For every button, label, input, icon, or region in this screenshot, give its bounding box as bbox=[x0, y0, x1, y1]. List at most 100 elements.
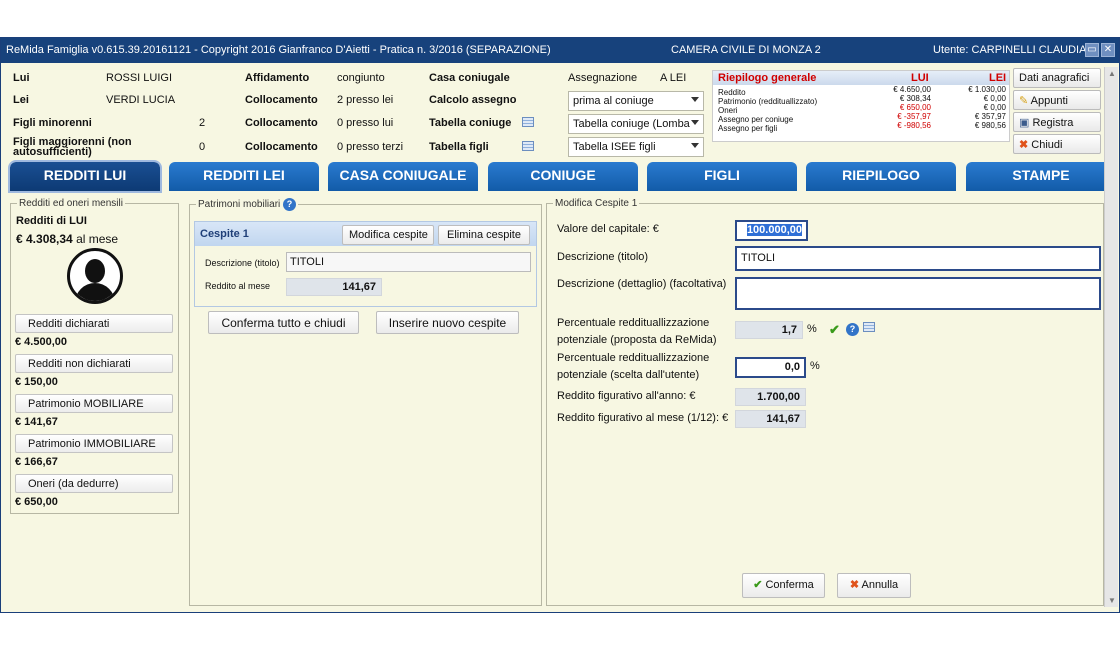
riepilogo-lui-value: € 650,00 bbox=[899, 103, 931, 112]
title-bar: ReMida Famiglia v0.615.39.20161121 - Cop… bbox=[1, 38, 1119, 63]
avatar-icon bbox=[67, 248, 123, 304]
redditi-item-button[interactable]: Redditi dichiarati bbox=[15, 314, 173, 333]
assegnazione-value: A LEI bbox=[660, 72, 687, 84]
scroll-up-icon[interactable]: ▲ bbox=[1108, 69, 1116, 78]
minimize-icon[interactable]: ▭ bbox=[1085, 43, 1099, 57]
registra-button[interactable]: ▣ Registra bbox=[1013, 112, 1101, 132]
figli-maggiorenni-label: Figli maggiorenni (non autosufficienti) bbox=[13, 136, 132, 158]
close-icon: ✖ bbox=[849, 579, 860, 591]
close-icon[interactable]: ✕ bbox=[1101, 43, 1115, 57]
calcolo-assegno-select[interactable]: prima al coniuge bbox=[568, 91, 704, 111]
help-icon[interactable]: ? bbox=[283, 198, 297, 211]
help-icon[interactable]: ? bbox=[846, 321, 859, 338]
conferma-label: Conferma bbox=[765, 579, 814, 591]
vertical-scrollbar[interactable]: ▲ ▼ bbox=[1104, 67, 1118, 607]
perc1-label-b: potenziale (proposta da ReMida) bbox=[557, 334, 717, 346]
tab-stampe[interactable]: STAMPE bbox=[966, 162, 1116, 191]
tab-coniuge[interactable]: CONIUGE bbox=[488, 162, 638, 191]
valore-label: Valore del capitale: € bbox=[557, 223, 659, 235]
tab-casa-coniugale[interactable]: CASA CONIUGALE bbox=[328, 162, 478, 191]
redditi-item-button[interactable]: Oneri (da dedurre) bbox=[15, 474, 173, 493]
redditi-oneri-legend: Redditi ed oneri mensili bbox=[19, 198, 123, 209]
collocamento-value-3: 0 presso terzi bbox=[337, 141, 404, 153]
tab-redditi-lei[interactable]: REDDITI LEI bbox=[169, 162, 319, 191]
conferma-button[interactable]: ✔ Conferma bbox=[742, 573, 825, 598]
collocamento-label-2: Collocamento bbox=[245, 117, 318, 129]
annulla-button[interactable]: ✖ Annulla bbox=[837, 573, 911, 598]
riepilogo-lei-value: € 980,56 bbox=[974, 121, 1006, 130]
lui-label: Lui bbox=[13, 72, 30, 84]
calendar-icon[interactable] bbox=[522, 117, 534, 130]
check-icon: ✔ bbox=[753, 579, 763, 591]
tabella-figli-select[interactable]: Tabella ISEE figli bbox=[568, 137, 704, 157]
close-icon: ✖ bbox=[1019, 139, 1029, 151]
redditi-total: € 4.308,34 al mese bbox=[16, 232, 118, 246]
riepilogo-header: Riepilogo generale LUI LEI bbox=[713, 71, 1009, 85]
redditi-item-button[interactable]: Patrimonio MOBILIARE bbox=[15, 394, 173, 413]
perc1-label-a: Percentuale reddituallizzazione bbox=[557, 317, 710, 329]
inserire-cespite-button[interactable]: Inserire nuovo cespite bbox=[376, 311, 519, 334]
registra-label: Registra bbox=[1032, 117, 1074, 129]
patrimoni-legend: Patrimoni mobiliari ? bbox=[196, 198, 298, 211]
tab-redditi-lui[interactable]: REDDITI LUI bbox=[8, 160, 162, 193]
riepilogo-row: Patrimonio (reddituallizzato) bbox=[718, 97, 818, 106]
calcolo-assegno-label: Calcolo assegno bbox=[429, 94, 517, 106]
figli-minorenni-count: 2 bbox=[199, 117, 206, 129]
cespite-reddito-value: 141,67 bbox=[286, 278, 382, 296]
modifica-cespite-button[interactable]: Modifica cespite bbox=[342, 225, 434, 245]
riepilogo-lei-value: € 357,97 bbox=[974, 112, 1006, 121]
desc-label: Descrizione (titolo) bbox=[557, 251, 649, 263]
valore-selected-text: 100.000,00 bbox=[746, 224, 802, 236]
valore-input[interactable]: 100.000,00 bbox=[735, 220, 808, 241]
desc-input[interactable]: TITOLI bbox=[735, 246, 1101, 271]
perc2-input[interactable]: 0,0 bbox=[735, 357, 806, 378]
assegnazione-label: Assegnazione bbox=[568, 72, 638, 84]
lui-name: ROSSI LUIGI bbox=[106, 72, 173, 84]
perc2-label-b: potenziale (scelta dall'utente) bbox=[557, 369, 700, 381]
reddito-anno-label: Reddito figurativo all'anno: € bbox=[557, 390, 696, 402]
redditi-item-amount: € 650,00 bbox=[15, 496, 58, 508]
calendar-icon[interactable] bbox=[522, 141, 534, 154]
elimina-cespite-button[interactable]: Elimina cespite bbox=[438, 225, 530, 245]
chiudi-label: Chiudi bbox=[1031, 139, 1063, 151]
riepilogo-col-lui: LUI bbox=[911, 72, 929, 84]
riepilogo-lui-value: € 4.650,00 bbox=[893, 85, 931, 94]
chiudi-button[interactable]: ✖ Chiudi bbox=[1013, 134, 1101, 154]
redditi-item-amount: € 141,67 bbox=[15, 416, 58, 428]
riepilogo-row: Reddito bbox=[718, 88, 746, 97]
riepilogo-lui-value: € -357,97 bbox=[897, 112, 931, 121]
save-icon: ▣ bbox=[1019, 117, 1030, 129]
riepilogo-row: Assegno per coniuge bbox=[718, 115, 794, 124]
figli-maggiorenni-count: 0 bbox=[199, 141, 206, 153]
redditi-item-button[interactable]: Patrimonio IMMOBILIARE bbox=[15, 434, 173, 453]
chevron-down-icon bbox=[691, 97, 699, 102]
affidamento-value: congiunto bbox=[337, 72, 385, 84]
scroll-down-icon[interactable]: ▼ bbox=[1108, 596, 1116, 605]
panel-splitter[interactable] bbox=[180, 198, 186, 608]
appunti-label: Appunti bbox=[1030, 95, 1068, 107]
dettaglio-label: Descrizione (dettaglio) (facoltativa) bbox=[557, 278, 727, 290]
reddito-anno-value: 1.700,00 bbox=[735, 388, 806, 406]
riepilogo-lui-value: € 308,34 bbox=[899, 94, 931, 103]
table-icon[interactable] bbox=[863, 321, 875, 338]
appunti-button[interactable]: ✎ Appunti bbox=[1013, 90, 1101, 110]
dettaglio-textarea[interactable] bbox=[735, 277, 1101, 310]
redditi-total-suffix: al mese bbox=[76, 232, 119, 246]
tab-figli[interactable]: FIGLI bbox=[647, 162, 797, 191]
perc1-unit: % bbox=[807, 323, 817, 335]
affidamento-label: Affidamento bbox=[245, 72, 310, 84]
tabella-coniuge-select[interactable]: Tabella coniuge (Lomba bbox=[568, 114, 704, 134]
conferma-tutto-button[interactable]: Conferma tutto e chiudi bbox=[208, 311, 359, 334]
riepilogo-row: Assegno per figli bbox=[718, 124, 778, 133]
main-tabs: REDDITI LUI REDDITI LEI CASA CONIUGALE CONI… bbox=[1, 160, 1119, 193]
dati-anagrafici-button[interactable]: Dati anagrafici bbox=[1013, 68, 1101, 88]
cespite-reddito-label: Reddito al mese bbox=[205, 281, 271, 291]
check-icon[interactable]: ✔ bbox=[829, 321, 840, 338]
user-name: Utente: CARPINELLI CLAUDIA bbox=[933, 44, 1087, 56]
redditi-title: Redditi di LUI bbox=[16, 215, 87, 227]
tab-riepilogo[interactable]: RIEPILOGO bbox=[806, 162, 956, 191]
redditi-item-button[interactable]: Redditi non dichiarati bbox=[15, 354, 173, 373]
riepilogo-lei-value: € 1.030,00 bbox=[968, 85, 1006, 94]
riepilogo-row: Oneri bbox=[718, 106, 738, 115]
court-name: CAMERA CIVILE DI MONZA 2 bbox=[671, 44, 821, 56]
